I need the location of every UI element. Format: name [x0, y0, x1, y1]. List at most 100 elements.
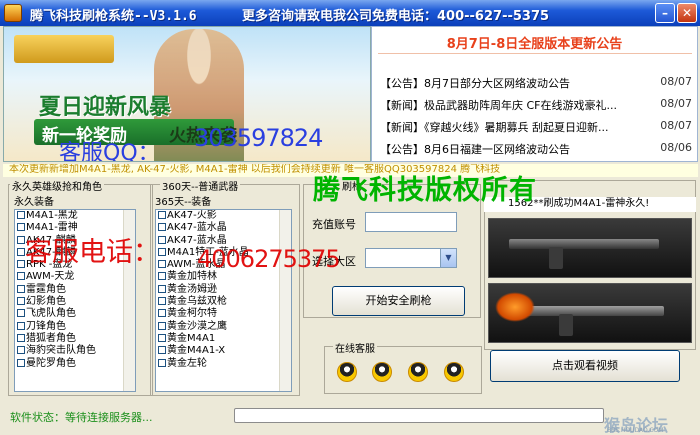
list-item[interactable]: M4A1-雷神 — [15, 222, 135, 234]
connection-progress-bar — [234, 408, 604, 423]
checkbox[interactable] — [17, 272, 25, 281]
days365-list[interactable]: AK47-火影 AK47-蓝水晶 AK47-蓝水晶 M4A1特工-蓝水晶 AWM-蓝水晶… — [155, 209, 292, 392]
rifle-shape — [509, 239, 659, 249]
list-item[interactable]: 黄金汤姆逊 — [156, 284, 291, 296]
checkbox[interactable] — [158, 235, 166, 244]
list-item[interactable]: AK47-麒麟 — [15, 247, 135, 259]
checkbox[interactable] — [17, 297, 25, 306]
checkbox[interactable] — [158, 346, 166, 355]
list-item-label: M4A1特工-蓝水晶 — [167, 246, 249, 258]
watch-video-button[interactable]: 点击观看视频 — [490, 350, 680, 382]
account-label: 充值账号 — [312, 218, 356, 231]
list-item[interactable]: 黄金柯尔特 — [156, 308, 291, 320]
fire-effect — [495, 292, 535, 322]
news-item-text[interactable]: 【公告】8月6日福建一区网络波动公告 — [380, 141, 652, 157]
list-item-label: M4A1-雷神 — [26, 222, 78, 234]
checkbox[interactable] — [158, 260, 166, 269]
rifle-magazine — [549, 247, 563, 269]
list-item[interactable]: 幻影角色 — [15, 296, 135, 308]
list-item[interactable]: 雷霆角色 — [15, 284, 135, 296]
qq-icon[interactable] — [337, 362, 357, 382]
list-item-label: AWM-蓝水晶 — [167, 259, 226, 271]
news-item-date: 08/06 — [660, 141, 692, 154]
chevron-down-icon[interactable]: ▼ — [440, 249, 456, 267]
region-label: 选择大区 — [312, 255, 356, 268]
site-watermark: 猴岛论坛 — [604, 416, 669, 435]
checkbox[interactable] — [158, 272, 166, 281]
gun-image-1 — [488, 218, 692, 278]
list-item[interactable]: 曼陀罗角色 — [15, 358, 135, 370]
list-item-label: RPK -盘龙 — [26, 259, 73, 271]
rifle-magazine — [559, 314, 573, 336]
news-item-text[interactable]: 【公告】8月7日部分大区网络波动公告 — [380, 75, 652, 91]
account-input[interactable] — [365, 212, 457, 232]
list-item[interactable]: 刀锋角色 — [15, 321, 135, 333]
checkbox[interactable] — [158, 211, 166, 219]
news-item[interactable]: 【公告】8月6日福建一区网络波动公告 08/06 — [380, 141, 692, 159]
banner-headline: 夏日迎新风暴 — [39, 95, 172, 120]
checkbox[interactable] — [17, 321, 25, 330]
list-item[interactable]: 黄金加特林 — [156, 271, 291, 283]
qq-icon[interactable] — [372, 362, 392, 382]
checkbox[interactable] — [17, 333, 25, 342]
list-item-label: AK47-麒麟 — [26, 234, 76, 246]
list-item-label: M4A1-黑龙 — [26, 210, 78, 221]
news-item[interactable]: 【新闻】极品武器助阵周年庆 CF在线游戏豪礼... 08/07 — [380, 97, 692, 115]
checkbox[interactable] — [17, 211, 25, 219]
checkbox[interactable] — [158, 223, 166, 232]
checkbox[interactable] — [158, 297, 166, 306]
checkbox[interactable] — [158, 284, 166, 293]
list-item[interactable]: 飞虎队角色 — [15, 308, 135, 320]
gun-image-2 — [488, 283, 692, 343]
list-item[interactable]: 黄金沙漠之鹰 — [156, 321, 291, 333]
qq-icon[interactable] — [444, 362, 464, 382]
list-item[interactable]: AK47-火影 — [156, 210, 291, 222]
list-item[interactable]: AK47-蓝水晶 — [156, 235, 291, 247]
checkbox[interactable] — [158, 321, 166, 330]
checkbox[interactable] — [17, 346, 25, 355]
list-item[interactable]: RPK -盘龙 — [15, 259, 135, 271]
title-bar[interactable]: 腾飞科技刷枪系统--V3.1.6 更多咨询请致电我公司免费电话：400--627… — [0, 0, 700, 26]
list-item-label: AK47-火影 — [167, 210, 217, 221]
list-item[interactable]: 黄金M4A1-X — [156, 345, 291, 357]
list-item[interactable]: 黄金左轮 — [156, 358, 291, 370]
news-item-text[interactable]: 【新闻】极品武器助阵周年庆 CF在线游戏豪礼... — [380, 97, 652, 113]
checkbox[interactable] — [17, 260, 25, 269]
list-item-label: 海豹突击队角色 — [26, 345, 96, 357]
permanent-list[interactable]: M4A1-黑龙 M4A1-雷神 AK47-麒麟 AK47-麒麟 RPK -盘龙 AWM-天… — [14, 209, 136, 392]
news-item[interactable]: 【新闻】《穿越火线》暑期募兵 刮起夏日迎新... 08/07 — [380, 119, 692, 137]
list-item[interactable]: 海豹突击队角色 — [15, 345, 135, 357]
list-item[interactable]: AK47-蓝水晶 — [156, 222, 291, 234]
permanent-group-label: 永久英雄级抢和角色 — [10, 178, 104, 193]
checkbox[interactable] — [17, 223, 25, 232]
checkbox[interactable] — [158, 309, 166, 318]
list-item[interactable]: M4A1特工-蓝水晶 — [156, 247, 291, 259]
list-item[interactable]: AWM-蓝水晶 — [156, 259, 291, 271]
list-item[interactable]: M4A1-黑龙 — [15, 210, 135, 222]
list-item[interactable]: 黄金乌兹双枪 — [156, 296, 291, 308]
region-select[interactable]: ▼ — [365, 248, 457, 268]
checkbox[interactable] — [17, 247, 25, 256]
news-title[interactable]: 8月7日-8日全服版本更新公告 — [372, 33, 697, 52]
qq-icon[interactable] — [408, 362, 428, 382]
checkbox[interactable] — [17, 284, 25, 293]
days365-list-scrollbar[interactable] — [279, 210, 291, 391]
list-item[interactable]: 黄金M4A1 — [156, 333, 291, 345]
checkbox[interactable] — [17, 309, 25, 318]
update-ticker: 本次更新新增加M4A1-黑龙, AK-47-火影, M4A1-雷神 以后我们会持… — [3, 164, 698, 177]
checkbox[interactable] — [158, 358, 166, 367]
checkbox[interactable] — [158, 247, 166, 256]
list-item[interactable]: AK47-麒麟 — [15, 235, 135, 247]
checkbox[interactable] — [158, 333, 166, 342]
list-item[interactable]: 猎狐者角色 — [15, 333, 135, 345]
news-divider — [378, 53, 692, 54]
list-item[interactable]: AWM-天龙 — [15, 271, 135, 283]
news-item-text[interactable]: 【新闻】《穿越火线》暑期募兵 刮起夏日迎新... — [380, 119, 652, 135]
checkbox[interactable] — [17, 358, 25, 367]
news-item[interactable]: 【公告】8月7日部分大区网络波动公告 08/07 — [380, 75, 692, 93]
minimize-button[interactable]: – — [655, 3, 675, 23]
permanent-list-scrollbar[interactable] — [123, 210, 135, 391]
checkbox[interactable] — [17, 235, 25, 244]
start-recharge-button[interactable]: 开始安全刷枪 — [332, 286, 465, 316]
close-button[interactable]: ✕ — [677, 3, 697, 23]
